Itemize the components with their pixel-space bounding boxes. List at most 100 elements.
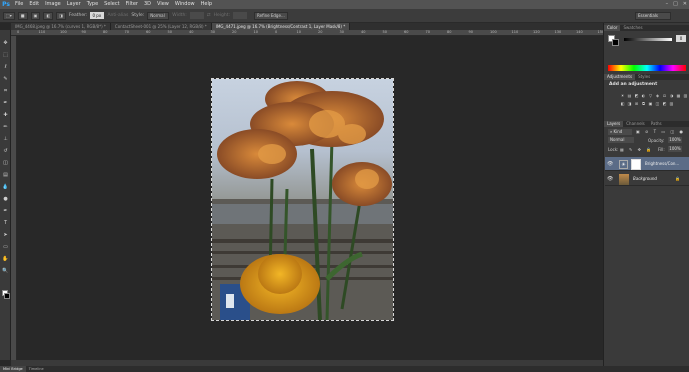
curves-icon[interactable]: ◩ [634, 93, 639, 98]
layer-filter-select[interactable]: ⌕ Kind [608, 129, 632, 135]
layer-mask-thumbnail[interactable] [631, 159, 641, 170]
hue-sat-icon[interactable]: ◈ [655, 93, 660, 98]
tab-swatches[interactable]: Swatches [620, 25, 645, 31]
lasso-icon[interactable]: ℓ [2, 64, 9, 71]
dodge-icon[interactable]: ● [2, 196, 9, 203]
color-slider[interactable] [624, 38, 672, 41]
maximize-button[interactable]: □ [673, 0, 678, 9]
close-button[interactable]: ✕ [683, 0, 687, 9]
intersect-selection-icon[interactable]: ◨ [56, 11, 66, 20]
move-icon[interactable]: ✥ [2, 40, 9, 47]
new-selection-icon[interactable]: ■ [17, 11, 28, 20]
layer-name: Brightness/Con... [645, 161, 680, 166]
height-input[interactable] [233, 12, 248, 19]
photo-filter-icon[interactable]: ▦ [676, 93, 681, 98]
ruler-tick-label: 20 [232, 30, 237, 34]
menu-type[interactable]: Type [84, 0, 101, 9]
blur-icon[interactable]: 💧 [2, 184, 9, 191]
tab-timeline[interactable]: Timeline [26, 366, 47, 372]
quick-select-icon[interactable]: ✎ [2, 76, 9, 83]
color-value-input[interactable]: 0 [676, 35, 686, 42]
tab-styles[interactable]: Styles [635, 74, 653, 80]
feather-label: Feather: [68, 13, 88, 18]
eye-icon[interactable]: 👁 [607, 161, 613, 167]
tab-layers[interactable]: Layers [604, 121, 624, 127]
layer-row-background[interactable]: 👁 Background 🔒 [605, 172, 689, 186]
threshold-icon[interactable]: ⧉ [641, 101, 646, 106]
posterize-icon[interactable]: ⊞ [634, 101, 639, 106]
menu-view[interactable]: View [154, 0, 172, 9]
antialias-checkbox[interactable]: Anti-alias [107, 13, 128, 18]
invert-icon[interactable]: ◨ [627, 101, 632, 106]
background-color-swatch[interactable] [612, 39, 619, 46]
color-ramp[interactable] [608, 65, 686, 71]
gradient-map-icon[interactable]: ▣ [648, 101, 653, 106]
shape-icon[interactable]: ▭ [2, 244, 9, 251]
adj-icon-2[interactable]: ▥ [669, 101, 674, 106]
hand-icon[interactable]: ✋ [2, 256, 9, 263]
zoom-icon[interactable]: 🔍 [2, 268, 9, 275]
channel-mixer-icon[interactable]: ▥ [683, 93, 688, 98]
fill-input[interactable]: 100% [668, 146, 682, 152]
add-selection-icon[interactable]: ▣ [30, 11, 41, 20]
type-icon[interactable]: T [2, 220, 9, 227]
document-tab[interactable]: IMG_4468.jpeg @ 16.7% (curves 1, RGB/8*)… [11, 23, 111, 30]
pen-icon[interactable]: ✒ [2, 208, 9, 215]
document-image[interactable] [211, 78, 394, 321]
menu-select[interactable]: Select [101, 0, 122, 9]
ruler-tick-label: 80 [447, 30, 452, 34]
menu-help[interactable]: Help [198, 0, 215, 9]
gradient-icon[interactable]: ▤ [2, 172, 9, 179]
tab-mini-bridge[interactable]: Mini Bridge [0, 366, 26, 372]
selective-color-icon[interactable]: ◫ [655, 101, 660, 106]
brush-icon[interactable]: ✏ [2, 124, 9, 131]
adj-icon[interactable]: ◩ [662, 101, 667, 106]
minimize-button[interactable]: – [666, 0, 669, 9]
tab-paths[interactable]: Paths [648, 121, 665, 127]
menu-window[interactable]: Window [172, 0, 198, 9]
style-select[interactable]: Normal [147, 11, 170, 20]
eyedropper-icon[interactable]: ✒ [2, 100, 9, 107]
tab-channels[interactable]: Channels [623, 121, 648, 127]
color-lookup-icon[interactable]: ◧ [620, 101, 625, 106]
marquee-tool-preset-icon[interactable]: ⬚▾ [3, 11, 15, 20]
menu-3d[interactable]: 3D [141, 0, 154, 9]
blend-mode-select[interactable]: Normal [608, 137, 634, 143]
path-select-icon[interactable]: ➤ [2, 232, 9, 239]
marquee-icon[interactable]: ⬚ [2, 52, 9, 59]
lock-icons[interactable]: ▦ ✎ ✥ 🔒 [620, 147, 653, 152]
swap-icon[interactable]: ⇄ [207, 13, 211, 18]
menu-file[interactable]: File [12, 0, 26, 9]
menu-image[interactable]: Image [42, 0, 64, 9]
history-brush-icon[interactable]: ↺ [2, 148, 9, 155]
eye-icon[interactable]: 👁 [607, 176, 613, 182]
crop-icon[interactable]: ⌗ [2, 88, 9, 95]
ruler-tick-label: 70 [425, 30, 430, 34]
tab-adjustments[interactable]: Adjustments [604, 74, 636, 80]
feather-input[interactable]: 0 px [90, 12, 105, 19]
black-white-icon[interactable]: ◑ [669, 93, 674, 98]
exposure-icon[interactable]: ◐ [641, 93, 646, 98]
background-color-icon[interactable] [4, 293, 10, 299]
document-tab[interactable]: ContactSheet-001 @ 25% (Layer 12, RGB/8)… [110, 23, 212, 30]
opacity-input[interactable]: 100% [668, 137, 682, 143]
menu-layer[interactable]: Layer [64, 0, 84, 9]
document-tab[interactable]: IMG_4471.jpeg @ 16.7% (Brightness/Contra… [211, 23, 351, 30]
menu-filter[interactable]: Filter [123, 0, 141, 9]
levels-icon[interactable]: ▤ [627, 93, 632, 98]
layer-filter-icons[interactable]: ▣ ⊘ T ▭ ◫ ● [636, 129, 685, 134]
vibrance-icon[interactable]: ▽ [648, 93, 653, 98]
stamp-icon[interactable]: ⊥ [2, 136, 9, 143]
color-balance-icon[interactable]: ⚖ [662, 93, 667, 98]
brightness-icon[interactable]: ☀ [620, 93, 625, 98]
ruler-tick-label: 80 [103, 30, 108, 34]
workspace-select[interactable]: Essentials [635, 12, 671, 20]
tab-color[interactable]: Color [604, 25, 621, 31]
width-input[interactable] [189, 12, 204, 19]
layer-row-brightness[interactable]: 👁 ☀ Brightness/Con... [605, 157, 689, 171]
subtract-selection-icon[interactable]: ◧ [43, 11, 54, 20]
eraser-icon[interactable]: ◫ [2, 160, 9, 167]
menu-edit[interactable]: Edit [26, 0, 42, 9]
healing-icon[interactable]: ✚ [2, 112, 9, 119]
refine-edge-button[interactable]: Refine Edge... [254, 11, 289, 20]
